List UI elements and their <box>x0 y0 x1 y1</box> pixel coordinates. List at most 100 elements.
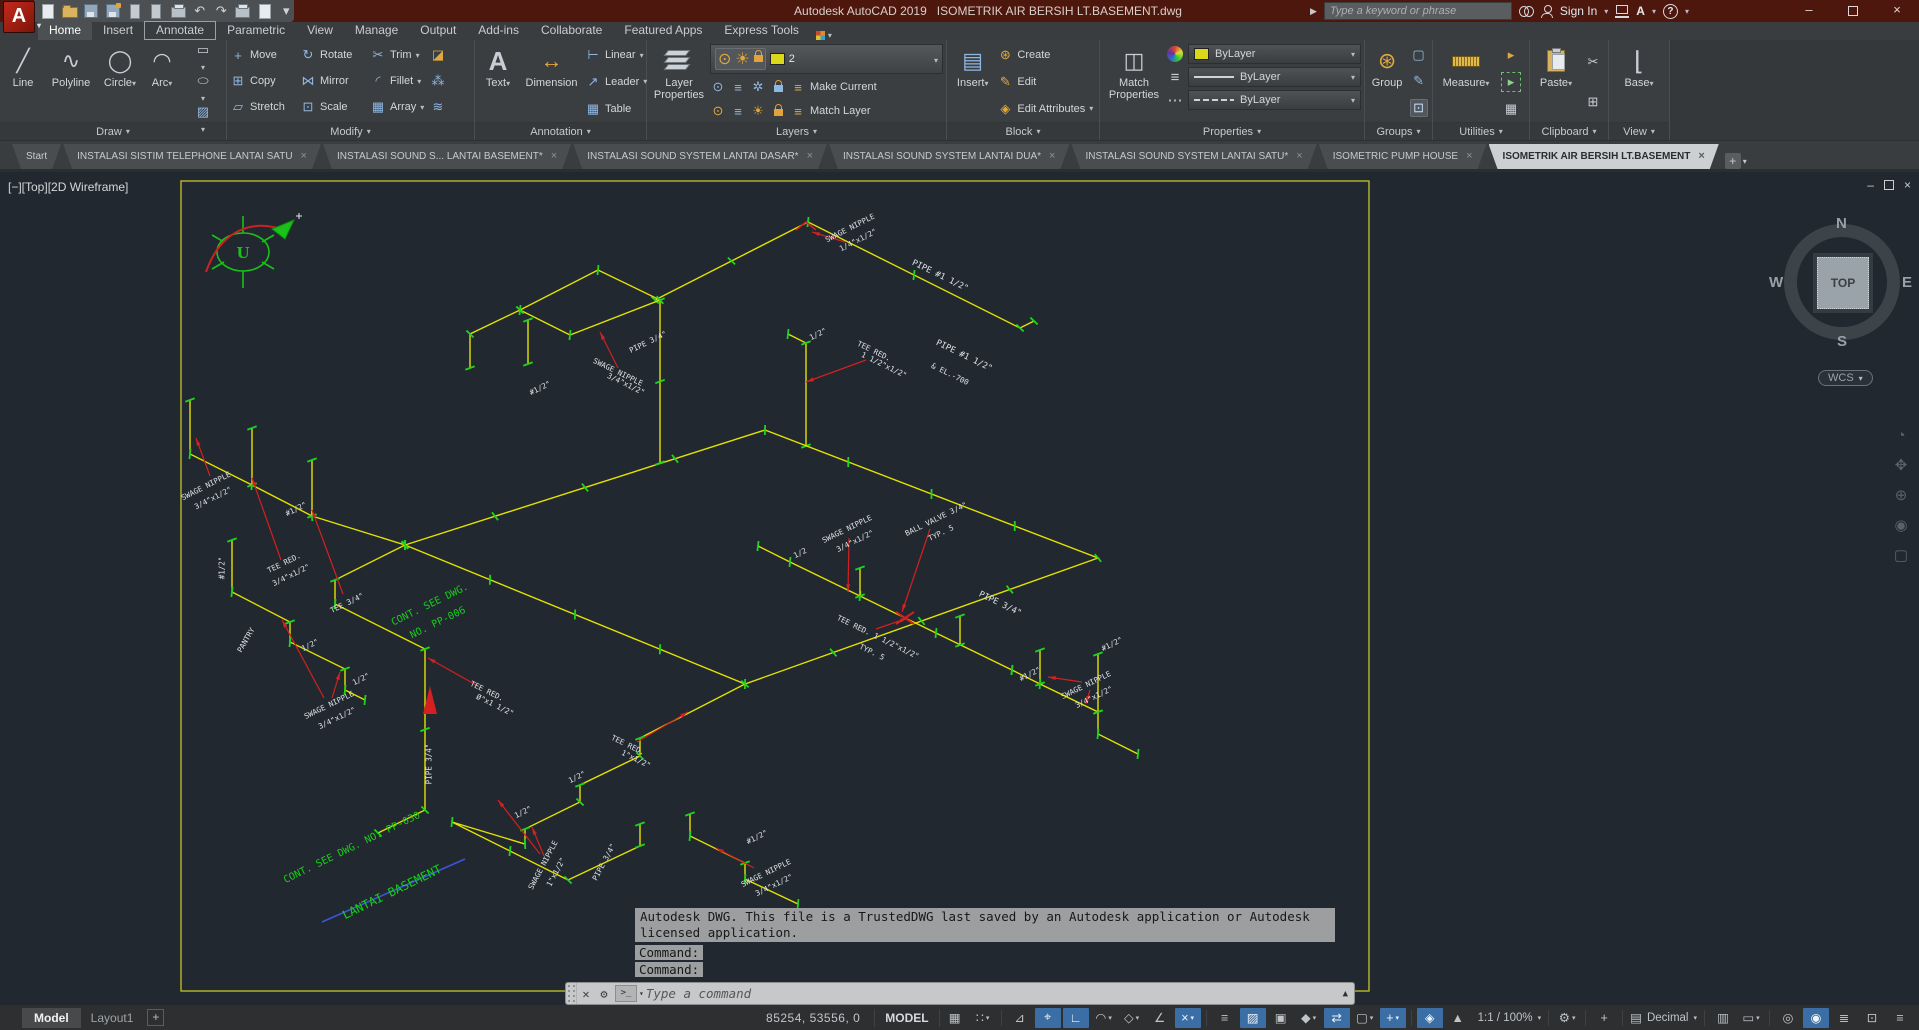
redo-icon[interactable]: ↷ <box>213 2 229 20</box>
line-button[interactable]: ╱ Line <box>3 42 43 122</box>
close-icon[interactable] <box>1049 144 1055 169</box>
status-toggle-object-isolate[interactable]: ◎ <box>1775 1008 1801 1028</box>
status-toggle-dynamic-ucs[interactable]: ⇄ <box>1323 1007 1350 1028</box>
model-tab[interactable]: Model <box>22 1007 81 1028</box>
new-file-icon[interactable] <box>40 2 56 20</box>
command-expand-icon[interactable]: ▲ <box>1343 989 1354 999</box>
plot-preview-icon[interactable] <box>257 2 273 20</box>
close-button[interactable]: × <box>1875 0 1919 22</box>
close-icon[interactable] <box>301 144 307 169</box>
layer-properties-button[interactable]: Layer Properties <box>650 42 708 122</box>
open-file-icon[interactable] <box>61 2 78 20</box>
match-properties-button[interactable]: ◫ Match Properties <box>1103 42 1165 122</box>
layer-on-icon[interactable]: ⊙ <box>718 49 731 69</box>
drawing-canvas[interactable]: [−][Top][2D Wireframe] – × U SWAGE NIPPL… <box>0 172 1919 1005</box>
new-drawing-button[interactable]: + <box>1724 153 1741 169</box>
save-to-web-icon[interactable] <box>149 2 165 20</box>
layer-off-icon[interactable]: ⊙ <box>710 79 726 95</box>
status-toggle-quick-properties[interactable]: ▥ <box>1710 1008 1736 1028</box>
ribbon-tab-collaborate[interactable]: Collaborate <box>530 21 613 40</box>
ungroup-icon[interactable]: ▢ <box>1411 47 1427 63</box>
status-toggle-clean-screen[interactable]: ⊡ <box>1859 1008 1885 1028</box>
layer-dropdown-icon[interactable] <box>934 50 938 68</box>
quick-calculator-icon[interactable]: ▦ <box>1503 101 1519 117</box>
command-keyboard-icon[interactable]: >_ <box>615 985 637 1002</box>
ribbon-tab-view[interactable]: View <box>296 21 344 40</box>
close-icon[interactable] <box>807 144 813 169</box>
ribbon-tab-featured-apps[interactable]: Featured Apps <box>613 21 713 40</box>
sign-in-button[interactable]: Sign In <box>1560 4 1597 18</box>
viewport-controls[interactable]: [−][Top][2D Wireframe] <box>8 180 128 194</box>
status-toggle-tray-settings[interactable]: ≣ <box>1831 1008 1857 1028</box>
linetype-icon[interactable]: ⋯ <box>1167 91 1183 109</box>
layer-thaw-all-icon[interactable]: ☀ <box>750 103 766 119</box>
drawing-restore-icon[interactable] <box>1883 180 1894 190</box>
edit-block-button[interactable]: ✎ Edit <box>997 74 1036 90</box>
stretch-button[interactable]: ▱ Stretch <box>230 99 296 115</box>
create-block-button[interactable]: ⊛ Create <box>997 47 1050 63</box>
insert-button[interactable]: ▤ Insert <box>950 42 995 122</box>
linetype-dropdown[interactable]: ByLayer <box>1188 90 1361 110</box>
table-button[interactable]: ▦ Table <box>585 101 631 117</box>
block-panel-caption[interactable]: Block <box>947 122 1099 140</box>
lineweight-dropdown[interactable]: ByLayer <box>1188 67 1361 87</box>
status-toggle-graphics-performance[interactable]: ◉ <box>1803 1007 1829 1028</box>
ribbon-extra-icon[interactable]: ▾ <box>815 31 832 40</box>
status-toggle-annotation-visibility[interactable]: ◈ <box>1416 1007 1443 1028</box>
file-tab[interactable]: INSTALASI SOUND SYSTEM LANTAI DASAR* <box>573 144 827 169</box>
status-toggle-selection-cycling[interactable]: ▣ <box>1268 1008 1294 1028</box>
zoom-icon[interactable]: ⊕ <box>1895 486 1908 504</box>
status-toggle-dynamic-input[interactable]: ⌖ <box>1034 1007 1061 1028</box>
paste-button[interactable]: Paste <box>1533 42 1579 122</box>
edit-attributes-button[interactable]: ◈ Edit Attributes <box>997 101 1093 117</box>
command-input[interactable] <box>643 985 1343 1002</box>
save-icon[interactable] <box>84 2 100 20</box>
showmotion-icon[interactable]: ▢ <box>1894 546 1908 564</box>
autodesk-app-icon[interactable]: A <box>1636 4 1645 18</box>
app-store-cart-icon[interactable] <box>1615 4 1630 18</box>
quick-select-icon[interactable]: ▸ <box>1503 47 1519 63</box>
open-from-web-icon[interactable] <box>127 2 143 20</box>
viewcube-south[interactable]: S <box>1837 333 1847 350</box>
status-toggle-infer-constraints[interactable]: ⊿ <box>1007 1008 1033 1028</box>
properties-panel-caption[interactable]: Properties <box>1100 122 1364 140</box>
groups-panel-caption[interactable]: Groups <box>1365 122 1432 140</box>
draw-panel-caption[interactable]: Draw <box>0 122 226 140</box>
explode-icon[interactable]: ⁂ <box>430 73 446 89</box>
clipboard-panel-caption[interactable]: Clipboard <box>1530 122 1608 140</box>
utilities-panel-caption[interactable]: Utilities <box>1433 122 1529 140</box>
app-dropdown-icon[interactable]: ▾ <box>1652 7 1656 16</box>
color-wheel-icon[interactable] <box>1167 46 1183 62</box>
scale-button[interactable]: ⊡ Scale <box>300 99 366 115</box>
layout1-tab[interactable]: Layout1 <box>81 1008 144 1028</box>
ribbon-tab-parametric[interactable]: Parametric <box>216 21 296 40</box>
hatch-icon[interactable]: ▨ <box>195 104 211 135</box>
text-button[interactable]: A Text <box>478 42 518 122</box>
status-toggle-autoscale[interactable]: ▲ <box>1445 1008 1471 1028</box>
drawing-minimize-icon[interactable]: – <box>1867 178 1874 192</box>
status-toggle-customization[interactable]: ≡ <box>1887 1008 1913 1028</box>
offset-icon[interactable]: ≋ <box>430 99 446 115</box>
select-similar-icon[interactable]: ▸ <box>1501 71 1521 92</box>
mirror-button[interactable]: ⋈ Mirror <box>300 73 366 89</box>
cut-icon[interactable]: ✂ <box>1585 54 1601 70</box>
ribbon-tab-add-ins[interactable]: Add-ins <box>467 21 530 40</box>
status-toggle-selection-filtering[interactable]: ▢ ▾ <box>1352 1008 1378 1028</box>
status-toggle-annotation-scale[interactable]: 1:1 / 100% ▾ <box>1473 1008 1544 1028</box>
layer-unisolate-icon[interactable]: ⊙ <box>710 103 726 119</box>
layer-isolate-icon[interactable]: ≡ <box>730 80 746 95</box>
close-icon[interactable] <box>551 144 557 169</box>
array-button[interactable]: ▦ Array <box>370 99 426 115</box>
copy-button[interactable]: ⊞ Copy <box>230 73 296 89</box>
piping-drawing[interactable]: U <box>0 172 1919 1005</box>
minimize-button[interactable]: – <box>1787 0 1831 22</box>
group-button[interactable]: ⊛ Group <box>1368 42 1406 122</box>
layer-thaw-icon[interactable]: ☀ <box>735 49 749 69</box>
status-toggle-transparency[interactable]: ▨ <box>1239 1007 1266 1028</box>
file-tab[interactable]: ISOMETRIK AIR BERSIH LT.BASEMENT <box>1489 144 1719 169</box>
ribbon-tab-insert[interactable]: Insert <box>92 21 144 40</box>
status-toggle-object-snap-tracking[interactable]: ∠ <box>1147 1008 1173 1028</box>
lineweight-icon[interactable]: ≡ <box>1167 69 1183 86</box>
wcs-button[interactable]: WCS <box>1818 370 1873 386</box>
status-toggle-gizmo[interactable]: + ▾ <box>1379 1007 1406 1028</box>
